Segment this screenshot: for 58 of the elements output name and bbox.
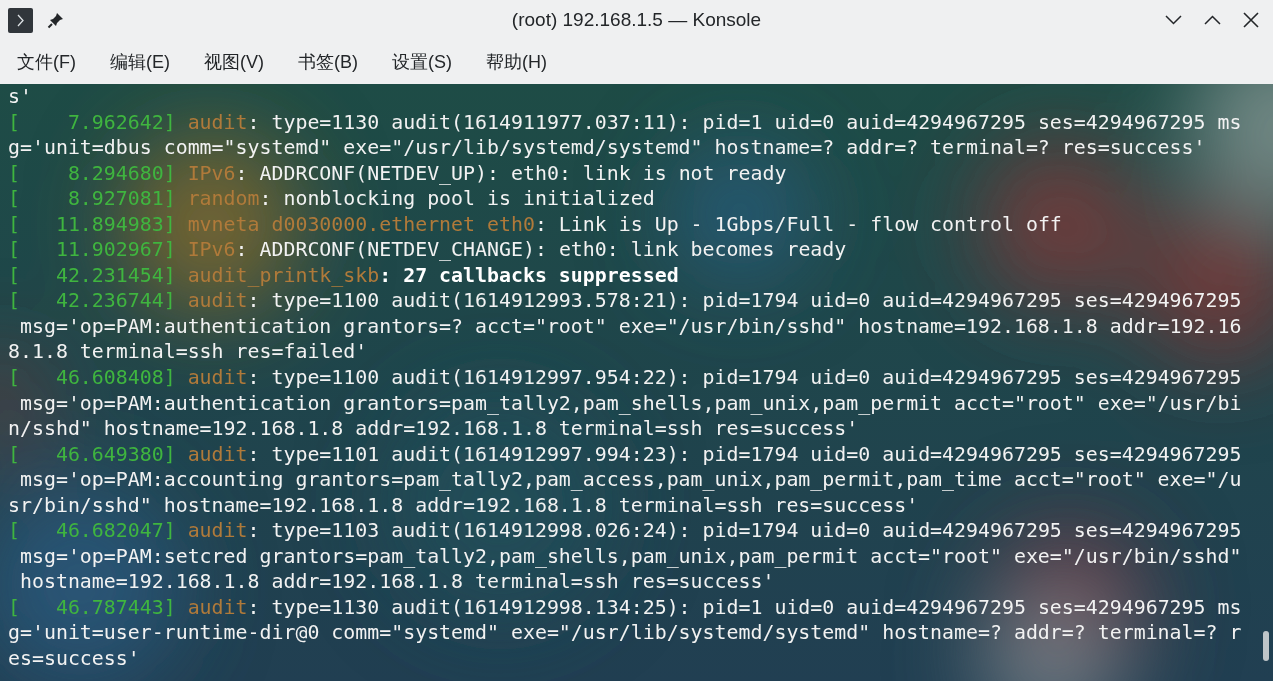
- timestamp: [ 46.649380]: [8, 442, 176, 466]
- close-icon[interactable]: [1243, 12, 1259, 28]
- minimize-icon[interactable]: [1165, 15, 1182, 25]
- log-text: 8.1.8 terminal=ssh res=failed': [8, 340, 368, 364]
- log-text: : type=1100 audit(1614912997.954:22): pid=1794 uid=0 auid=4294967295 ses=4294967295: [247, 366, 1242, 389]
- log-text: s': [8, 85, 32, 108]
- log-text: msg='op=PAM:authentication grantors=pam_tally2,pam_shells,pam_unix,pam_permit acct="root" exe="/usr/bi: [18, 391, 1242, 415]
- log-text: n/sshd" hostname=192.168.1.8 addr=192.168.1.8 terminal=ssh res=success': [8, 417, 859, 441]
- log-text: : ADDRCONF(NETDEV_UP): eth0: link is not ready: [235, 161, 787, 185]
- timestamp: [ 7.962642]: [8, 110, 176, 134]
- log-text: : ADDRCONF(NETDEV_CHANGE): eth0: link becomes ready: [235, 238, 847, 262]
- log-text: : type=1100 audit(1614912993.578:21): pid=1794 uid=0 auid=4294967295 ses=4294967295: [247, 289, 1242, 313]
- log-text: g='unit=user-runtime-dir@0 comm="systemd" exe="/usr/lib/systemd/systemd" hostname=? addr=? terminal=? r: [8, 621, 1242, 645]
- log-text: : Link is Up - 1Gbps/Full - flow control off: [534, 212, 1062, 236]
- timestamp: [ 11.894983]: [8, 212, 176, 236]
- log-text: msg='op=PAM:authentication grantors=? acct="root" exe="/usr/bin/sshd" hostname=192.168.1.8 addr=192.16: [18, 314, 1242, 338]
- scrollbar-thumb[interactable]: [1263, 631, 1269, 661]
- log-source: IPv6: [186, 238, 236, 262]
- log-text: hostname=192.168.1.8 addr=192.168.1.8 terminal=ssh res=success': [18, 570, 775, 594]
- log-text: : 27 callbacks suppressed: [379, 263, 679, 287]
- timestamp: [ 42.236744]: [8, 289, 176, 313]
- timestamp: [ 42.231454]: [8, 263, 176, 287]
- pin-icon[interactable]: [47, 11, 65, 29]
- log-source: mvneta d0030000.ethernet eth0: [186, 212, 535, 236]
- log-source: audit: [186, 289, 248, 313]
- menu-item[interactable]: 帮助(H): [477, 44, 556, 80]
- menu-item[interactable]: 文件(F): [8, 44, 85, 80]
- menu-item[interactable]: 编辑(E): [101, 44, 179, 80]
- menu-item[interactable]: 视图(V): [195, 44, 273, 80]
- timestamp: [ 8.927081]: [8, 187, 176, 211]
- log-text: : type=1101 audit(1614912997.994:23): pid=1794 uid=0 auid=4294967295 ses=4294967295: [247, 442, 1242, 466]
- log-text: msg='op=PAM:accounting grantors=pam_tally2,pam_access,pam_unix,pam_permit,pam_time acct="root" exe="/u: [18, 468, 1242, 492]
- maximize-icon[interactable]: [1204, 15, 1221, 25]
- log-text: es=success': [8, 647, 140, 671]
- timestamp: [ 8.294680]: [8, 161, 176, 185]
- log-source: IPv6: [186, 161, 236, 185]
- log-source: audit: [186, 442, 248, 466]
- log-text: g='unit=dbus comm="systemd" exe="/usr/lib/systemd/systemd" hostname=? addr=? terminal=? res=success': [8, 136, 1206, 160]
- timestamp: [ 46.608408]: [8, 366, 176, 389]
- log-text: : type=1103 audit(1614912998.026:24): pid=1794 uid=0 auid=4294967295 ses=4294967295: [247, 519, 1242, 543]
- log-text: sr/bin/sshd" hostname=192.168.1.8 addr=192.168.1.8 terminal=ssh res=success': [8, 493, 919, 517]
- log-source: audit_printk_skb: [186, 263, 380, 287]
- log-source: audit: [186, 595, 248, 619]
- log-source: audit: [186, 519, 248, 543]
- log-text: msg='op=PAM:setcred grantors=pam_tally2,pam_shells,pam_unix,pam_permit acct="root" exe="/usr/bin/sshd": [18, 544, 1242, 568]
- window-title: (root) 192.168.1.5 — Konsole: [510, 7, 763, 32]
- log-source: audit: [186, 110, 248, 134]
- menu-item[interactable]: 设置(S): [383, 44, 461, 80]
- timestamp: [ 46.682047]: [8, 519, 176, 543]
- log-text: : nonblocking pool is initialized: [259, 187, 655, 211]
- log-source: audit: [186, 366, 248, 389]
- timestamp: [ 11.902967]: [8, 238, 176, 262]
- timestamp: [ 46.787443]: [8, 595, 176, 619]
- log-text: : type=1130 audit(1614911977.037:11): pid=1 uid=0 auid=4294967295 ses=4294967295 ms: [247, 110, 1242, 134]
- menu-item[interactable]: 书签(B): [289, 44, 367, 80]
- log-text: : type=1130 audit(1614912998.134:25): pid=1 uid=0 auid=4294967295 ses=4294967295 ms: [247, 595, 1242, 619]
- terminal-icon[interactable]: [8, 7, 33, 33]
- log-source: random: [186, 187, 260, 211]
